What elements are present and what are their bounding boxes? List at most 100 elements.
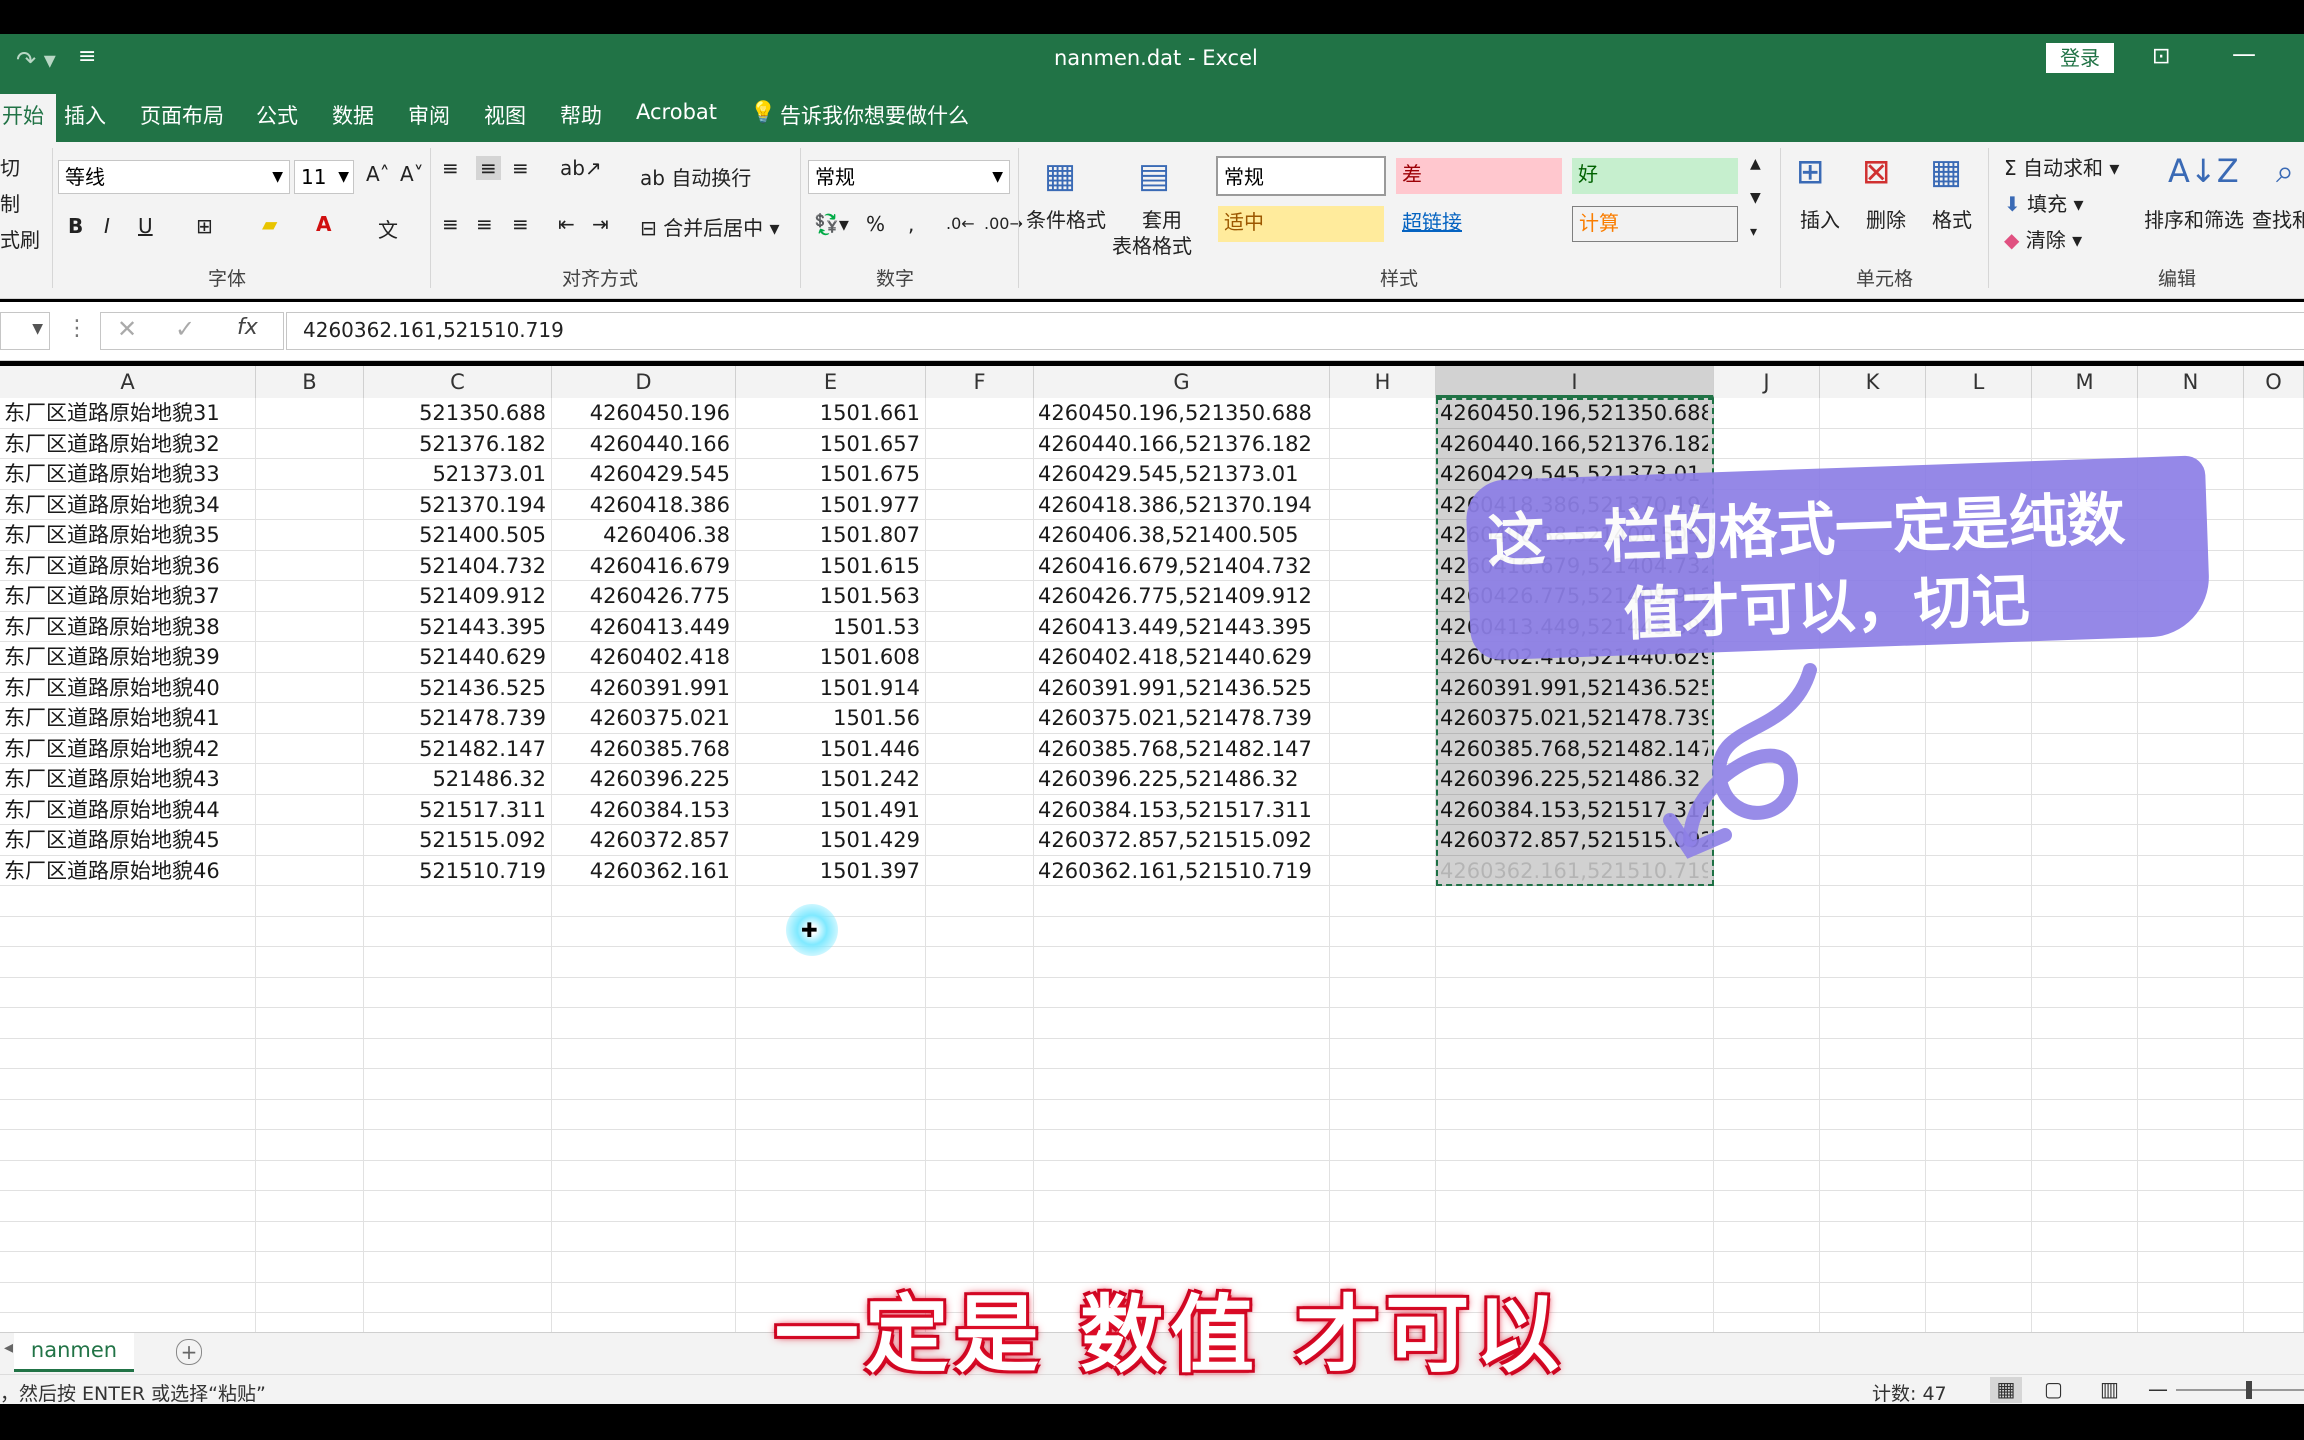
ribbon-display-options-icon[interactable]: ⊡ [2152,44,2170,69]
cell-e[interactable]: 1501.242 [740,764,920,794]
tab-data[interactable]: 数据 [332,100,374,130]
normal-view-icon[interactable]: ▦ [1990,1377,2022,1403]
format-painter-button[interactable]: 式刷 [0,224,40,253]
tab-home[interactable]: 开始 [0,94,56,144]
redo-icon[interactable]: ↷ ▾ [16,46,56,74]
cell-d[interactable]: 4260375.021 [556,703,730,733]
cancel-icon[interactable]: ✕ [117,315,137,343]
cell-e[interactable]: 1501.807 [740,520,920,550]
cell-e[interactable]: 1501.53 [740,612,920,642]
cell-a[interactable]: 东厂区道路原始地貌36 [4,551,250,581]
align-middle-icon[interactable]: ≡ [476,156,501,180]
cell-g[interactable]: 4260406.38,521400.505 [1038,520,1324,550]
cell-g[interactable]: 4260440.166,521376.182 [1038,429,1324,459]
cut-button[interactable]: 切 [0,152,20,181]
increase-indent-icon[interactable]: ⇥ [592,212,609,236]
conditional-format-button[interactable]: 条件格式 [1026,204,1106,233]
column-header-k[interactable]: K [1820,366,1926,398]
clear-button[interactable]: ◆ 清除 ▾ [2004,224,2082,253]
tab-acrobat[interactable]: Acrobat [636,100,717,124]
delete-cells-button[interactable]: 删除 [1866,204,1906,233]
border-icon[interactable]: ⊞ [196,214,213,238]
enter-icon[interactable]: ✓ [175,315,195,343]
column-header-a[interactable]: A [0,366,256,398]
cell-c[interactable]: 521482.147 [368,734,546,764]
cell-c[interactable]: 521409.912 [368,581,546,611]
cell-d[interactable]: 4260440.166 [556,429,730,459]
insert-cells-button[interactable]: 插入 [1800,204,1840,233]
cell-d[interactable]: 4260384.153 [556,795,730,825]
cell-c[interactable]: 521486.32 [368,764,546,794]
cell-a[interactable]: 东厂区道路原始地貌37 [4,581,250,611]
cell-c[interactable]: 521443.395 [368,612,546,642]
style-normal[interactable]: 常规 [1216,156,1386,196]
cell-g[interactable]: 4260385.768,521482.147 [1038,734,1324,764]
cell-a[interactable]: 东厂区道路原始地貌34 [4,490,250,520]
cell-c[interactable]: 521404.732 [368,551,546,581]
customize-qat-icon[interactable]: ≡ [78,44,96,69]
cell-c[interactable]: 521376.182 [368,429,546,459]
fill-button[interactable]: ⬇ 填充 ▾ [2004,188,2084,217]
zoom-slider-thumb[interactable] [2246,1381,2252,1399]
orientation-icon[interactable]: ab↗ [560,156,602,180]
number-format-select[interactable]: 常规 ▼ [808,160,1010,194]
cell-a[interactable]: 东厂区道路原始地貌38 [4,612,250,642]
cell-g[interactable]: 4260391.991,521436.525 [1038,673,1324,703]
name-box[interactable]: ▼ [0,312,50,350]
style-scroll-down-icon[interactable]: ▼ [1750,190,1761,206]
bold-button[interactable]: B [68,214,83,238]
align-bottom-icon[interactable]: ≡ [512,156,529,180]
cell-e[interactable]: 1501.608 [740,642,920,672]
cell-c[interactable]: 521373.01 [368,459,546,489]
cell-g[interactable]: 4260384.153,521517.311 [1038,795,1324,825]
column-header-m[interactable]: M [2032,366,2138,398]
table-format-line1[interactable]: 套用 [1142,204,1182,233]
cell-c[interactable]: 521400.505 [368,520,546,550]
find-select-button[interactable]: 查找和 [2252,204,2304,233]
cell-g[interactable]: 4260418.386,521370.194 [1038,490,1324,520]
sort-filter-button[interactable]: 排序和筛选 [2144,204,2244,233]
cell-g[interactable]: 4260375.021,521478.739 [1038,703,1324,733]
cell-d[interactable]: 4260372.857 [556,825,730,855]
comma-button[interactable]: , [908,212,914,236]
cell-a[interactable]: 东厂区道路原始地貌40 [4,673,250,703]
style-scroll-up-icon[interactable]: ▲ [1750,156,1761,172]
sheet-tab-nanmen[interactable]: nanmen [14,1333,134,1372]
wrap-text-button[interactable]: ab 自动换行 [640,162,751,191]
tab-page-layout[interactable]: 页面布局 [140,100,224,130]
align-top-icon[interactable]: ≡ [442,156,459,180]
column-header-e[interactable]: E [736,366,926,398]
zoom-slider[interactable] [2176,1389,2304,1391]
cell-i[interactable]: 4260362.161,521510.719 [1440,856,1708,886]
cell-e[interactable]: 1501.615 [740,551,920,581]
cell-d[interactable]: 4260385.768 [556,734,730,764]
cell-e[interactable]: 1501.56 [740,703,920,733]
tab-help[interactable]: 帮助 [560,100,602,130]
cell-e[interactable]: 1501.446 [740,734,920,764]
cell-e[interactable]: 1501.429 [740,825,920,855]
cell-e[interactable]: 1501.661 [740,398,920,428]
tab-formulas[interactable]: 公式 [256,100,298,130]
align-left-icon[interactable]: ≡ [442,212,459,236]
cell-a[interactable]: 东厂区道路原始地貌46 [4,856,250,886]
format-cells-button[interactable]: 格式 [1932,204,1972,233]
cell-e[interactable]: 1501.563 [740,581,920,611]
increase-decimal-icon[interactable]: .0← [946,214,975,233]
decrease-font-icon[interactable]: A˅ [400,162,424,186]
cell-g[interactable]: 4260396.225,521486.32 [1038,764,1324,794]
page-layout-view-icon[interactable]: ▢ [2044,1377,2063,1401]
column-header-c[interactable]: C [364,366,552,398]
tell-me-search[interactable]: 告诉我你想要做什么 [780,100,969,130]
minimize-icon[interactable]: — [2232,40,2256,68]
cell-e[interactable]: 1501.397 [740,856,920,886]
cell-e[interactable]: 1501.977 [740,490,920,520]
cell-e[interactable]: 1501.491 [740,795,920,825]
cell-a[interactable]: 东厂区道路原始地貌41 [4,703,250,733]
copy-button[interactable]: 制 [0,188,20,217]
fill-color-icon[interactable]: ▰ [262,212,277,236]
style-neutral[interactable]: 适中 [1218,206,1384,242]
tab-scroll-icon[interactable]: ◂ [4,1337,13,1358]
cell-g[interactable]: 4260426.775,521409.912 [1038,581,1324,611]
cell-g[interactable]: 4260450.196,521350.688 [1038,398,1324,428]
cell-i[interactable]: 4260440.166,521376.182 [1440,429,1708,459]
